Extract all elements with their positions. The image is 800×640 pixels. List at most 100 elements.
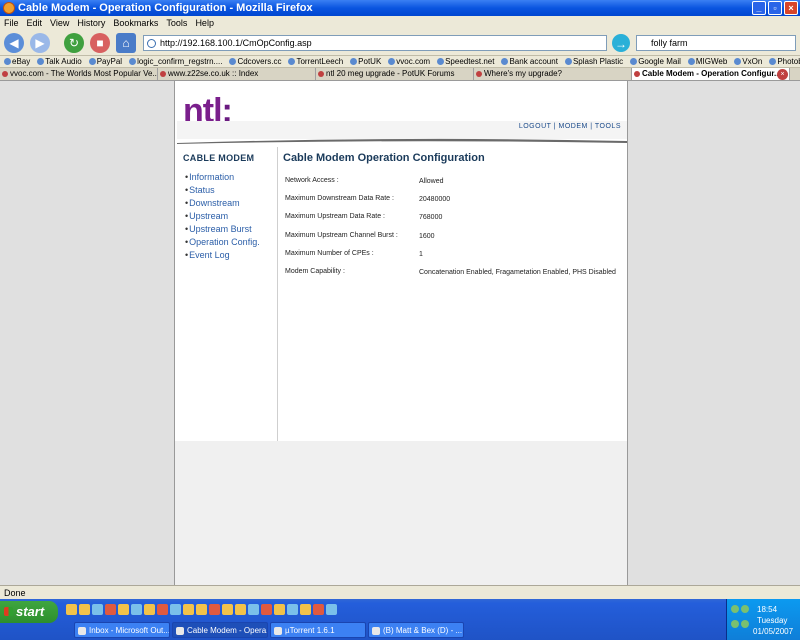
quicklaunch-icon[interactable] bbox=[222, 604, 233, 615]
row-value: Concatenation Enabled, Fragametation Ena… bbox=[419, 269, 616, 276]
taskbar-button-active[interactable]: Cable Modem - Opera... bbox=[172, 622, 268, 638]
quicklaunch-icon[interactable] bbox=[118, 604, 129, 615]
menu-file[interactable]: File bbox=[4, 16, 19, 30]
quicklaunch-icon[interactable] bbox=[131, 604, 142, 615]
window-titlebar: Cable Modem - Operation Configuration - … bbox=[0, 0, 800, 16]
sidebar-item-status[interactable]: Status bbox=[185, 184, 260, 197]
quicklaunch-icon[interactable] bbox=[313, 604, 324, 615]
tray-icon[interactable] bbox=[731, 620, 739, 628]
bookmark-item[interactable]: Google Mail bbox=[630, 56, 681, 67]
stop-icon[interactable]: ■ bbox=[90, 33, 110, 53]
browser-tab[interactable]: www.z22se.co.uk :: Index bbox=[158, 68, 316, 80]
maximize-button[interactable]: ▫ bbox=[768, 1, 782, 15]
tray-icons bbox=[731, 605, 751, 633]
quicklaunch-icon[interactable] bbox=[144, 604, 155, 615]
browser-tab-active[interactable]: Cable Modem - Operation Configur... bbox=[632, 68, 790, 80]
status-bar: Done bbox=[0, 585, 800, 599]
bookmark-item[interactable]: logic_confirm_regstrn.... bbox=[129, 56, 222, 67]
sidebar-title: CABLE MODEM bbox=[183, 153, 255, 163]
page-favicon bbox=[147, 39, 156, 48]
bookmark-item[interactable]: Bank account bbox=[501, 56, 558, 67]
close-button[interactable]: × bbox=[784, 1, 798, 15]
forward-icon[interactable]: ▶ bbox=[30, 33, 50, 53]
bookmark-item[interactable]: MIGWeb bbox=[687, 56, 727, 67]
search-text: folly farm bbox=[651, 38, 688, 48]
bookmark-item[interactable]: VxOn bbox=[734, 56, 762, 67]
quicklaunch-icon[interactable] bbox=[248, 604, 259, 615]
sidebar-item-upstream-burst[interactable]: Upstream Burst bbox=[185, 223, 260, 236]
browser-tab[interactable]: vvoc.com - The Worlds Most Popular Ve... bbox=[0, 68, 158, 80]
sidebar-item-upstream[interactable]: Upstream bbox=[185, 210, 260, 223]
quicklaunch-icon[interactable] bbox=[300, 604, 311, 615]
quicklaunch-icon[interactable] bbox=[209, 604, 220, 615]
content-area: CABLE MODEM Information Status Downstrea… bbox=[175, 147, 627, 441]
tray-icon[interactable] bbox=[741, 620, 749, 628]
taskbar-tasks: Inbox - Microsoft Out... Cable Modem - O… bbox=[74, 622, 464, 638]
minimize-button[interactable]: _ bbox=[752, 1, 766, 15]
bookmark-item[interactable]: TorrentLeech bbox=[288, 56, 343, 67]
taskbar-button[interactable]: µTorrent 1.6.1 bbox=[270, 622, 366, 638]
menu-tools[interactable]: Tools bbox=[166, 16, 187, 30]
bookmark-item[interactable]: vvoc.com bbox=[388, 56, 430, 67]
page-viewport: ntl: LOGOUT | MODEM | TOOLS CABLE MODEM … bbox=[0, 81, 800, 585]
menu-view[interactable]: View bbox=[50, 16, 69, 30]
quicklaunch-icon[interactable] bbox=[274, 604, 285, 615]
quicklaunch-icon[interactable] bbox=[66, 604, 77, 615]
bookmarks-toolbar: eBay Talk Audio PayPal logic_confirm_reg… bbox=[0, 56, 800, 68]
quicklaunch-icon[interactable] bbox=[157, 604, 168, 615]
address-bar[interactable]: http://192.168.100.1/CmOpConfig.asp bbox=[143, 35, 607, 51]
quick-launch bbox=[66, 604, 337, 615]
bookmark-item[interactable]: PayPal bbox=[88, 56, 122, 67]
bookmark-item[interactable]: Talk Audio bbox=[37, 56, 82, 67]
back-icon[interactable]: ◀ bbox=[4, 33, 24, 53]
quicklaunch-icon[interactable] bbox=[183, 604, 194, 615]
bookmark-item[interactable]: Cdcovers.cc bbox=[229, 56, 281, 67]
browser-tab[interactable]: ntl 20 meg upgrade - PotUK Forums bbox=[316, 68, 474, 80]
row-value: 1600 bbox=[419, 233, 435, 240]
row-value: 1 bbox=[419, 251, 423, 258]
clock-date: 01/05/2007 bbox=[753, 627, 794, 636]
url-text: http://192.168.100.1/CmOpConfig.asp bbox=[160, 38, 312, 48]
bookmark-item[interactable]: Photobucket bbox=[769, 56, 800, 67]
clock-time[interactable]: 18:54 bbox=[757, 605, 777, 614]
search-input[interactable]: folly farm bbox=[636, 35, 796, 51]
quicklaunch-icon[interactable] bbox=[235, 604, 246, 615]
taskbar-button[interactable]: (B) Matt & Bex (D) - ... bbox=[368, 622, 464, 638]
sidebar: CABLE MODEM Information Status Downstrea… bbox=[177, 147, 278, 441]
go-icon[interactable]: → bbox=[612, 34, 630, 52]
sidebar-item-event-log[interactable]: Event Log bbox=[185, 249, 260, 262]
header-swoosh bbox=[177, 138, 627, 144]
bookmark-item[interactable]: eBay bbox=[4, 56, 30, 67]
menu-help[interactable]: Help bbox=[195, 16, 214, 30]
start-button[interactable]: start bbox=[0, 601, 58, 623]
tray-icon[interactable] bbox=[731, 605, 739, 613]
row-label: Maximum Number of CPEs : bbox=[285, 250, 374, 257]
firefox-icon bbox=[3, 2, 15, 14]
reload-icon[interactable]: ↻ bbox=[64, 33, 84, 53]
home-icon[interactable]: ⌂ bbox=[116, 33, 136, 53]
bookmark-item[interactable]: Speedtest.net bbox=[437, 56, 494, 67]
close-tab-icon[interactable]: × bbox=[777, 69, 788, 80]
sidebar-item-information[interactable]: Information bbox=[185, 171, 260, 184]
tray-icon[interactable] bbox=[741, 605, 749, 613]
quicklaunch-icon[interactable] bbox=[326, 604, 337, 615]
quicklaunch-icon[interactable] bbox=[261, 604, 272, 615]
top-links[interactable]: LOGOUT | MODEM | TOOLS bbox=[519, 123, 621, 130]
menu-edit[interactable]: Edit bbox=[27, 16, 43, 30]
tab-bar: vvoc.com - The Worlds Most Popular Ve...… bbox=[0, 68, 800, 81]
bookmark-item[interactable]: PotUK bbox=[350, 56, 381, 67]
menu-bookmarks[interactable]: Bookmarks bbox=[113, 16, 158, 30]
quicklaunch-icon[interactable] bbox=[196, 604, 207, 615]
sidebar-item-operation-config[interactable]: Operation Config. bbox=[185, 236, 260, 249]
quicklaunch-icon[interactable] bbox=[79, 604, 90, 615]
quicklaunch-icon[interactable] bbox=[170, 604, 181, 615]
browser-tab[interactable]: Where's my upgrade? bbox=[474, 68, 632, 80]
bookmark-item[interactable]: Splash Plastic bbox=[564, 56, 623, 67]
taskbar-button[interactable]: Inbox - Microsoft Out... bbox=[74, 622, 170, 638]
sidebar-item-downstream[interactable]: Downstream bbox=[185, 197, 260, 210]
row-value: Allowed bbox=[419, 178, 444, 185]
quicklaunch-icon[interactable] bbox=[105, 604, 116, 615]
menu-history[interactable]: History bbox=[77, 16, 105, 30]
quicklaunch-icon[interactable] bbox=[92, 604, 103, 615]
quicklaunch-icon[interactable] bbox=[287, 604, 298, 615]
